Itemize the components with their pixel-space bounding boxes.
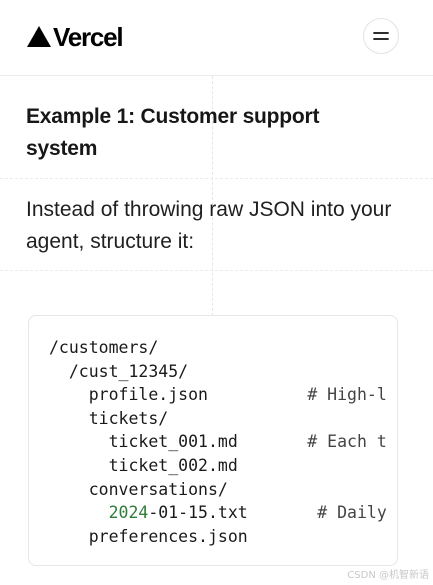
code-path-token: tickets/	[88, 408, 169, 428]
vercel-triangle-icon	[27, 26, 51, 47]
body-paragraph: Instead of throwing raw JSON into your a…	[26, 198, 392, 253]
code-comment-token: # High-l	[307, 385, 387, 405]
code-path-token: /customers/	[49, 338, 159, 357]
menu-icon	[373, 32, 389, 40]
code-line: conversations/	[49, 478, 387, 502]
code-content: /customers/ /cust_12345/ profile.json # …	[49, 336, 387, 548]
code-path-token: -01-15.txt	[148, 503, 248, 523]
code-line: /customers/	[49, 336, 387, 360]
code-line: profile.json # High-l	[49, 383, 387, 407]
code-path-token: preferences.json	[88, 526, 248, 546]
code-line: 2024-01-15.txt # Daily	[49, 501, 387, 525]
watermark: CSDN @机智新语	[347, 570, 429, 581]
code-number-token: 2024	[108, 503, 149, 523]
code-path-token: ticket_002.md	[108, 455, 238, 475]
code-path-token: conversations/	[88, 479, 228, 499]
guide-line-horizontal	[0, 270, 433, 271]
site-header: Vercel	[0, 0, 433, 76]
menu-button[interactable]	[363, 18, 399, 54]
code-comment-token: # Each t	[307, 432, 387, 452]
code-line: ticket_001.md # Each t	[49, 430, 387, 454]
code-comment-token: # Daily	[317, 503, 387, 523]
code-line: preferences.json	[49, 525, 387, 549]
vercel-logo[interactable]: Vercel	[27, 22, 124, 52]
guide-line-horizontal	[0, 178, 433, 179]
section-heading: Example 1: Customer support system	[26, 105, 320, 160]
page: Vercel Example 1: Customer support syste…	[0, 0, 433, 585]
brand-name: Vercel	[53, 22, 124, 52]
code-path-token: ticket_001.md	[108, 432, 238, 452]
code-block: /customers/ /cust_12345/ profile.json # …	[28, 315, 398, 566]
code-line: tickets/	[49, 407, 387, 431]
code-path-token: /cust_12345/	[68, 361, 189, 381]
code-path-token: profile.json	[88, 385, 208, 405]
code-line: /cust_12345/	[49, 360, 387, 384]
code-line: ticket_002.md	[49, 454, 387, 478]
